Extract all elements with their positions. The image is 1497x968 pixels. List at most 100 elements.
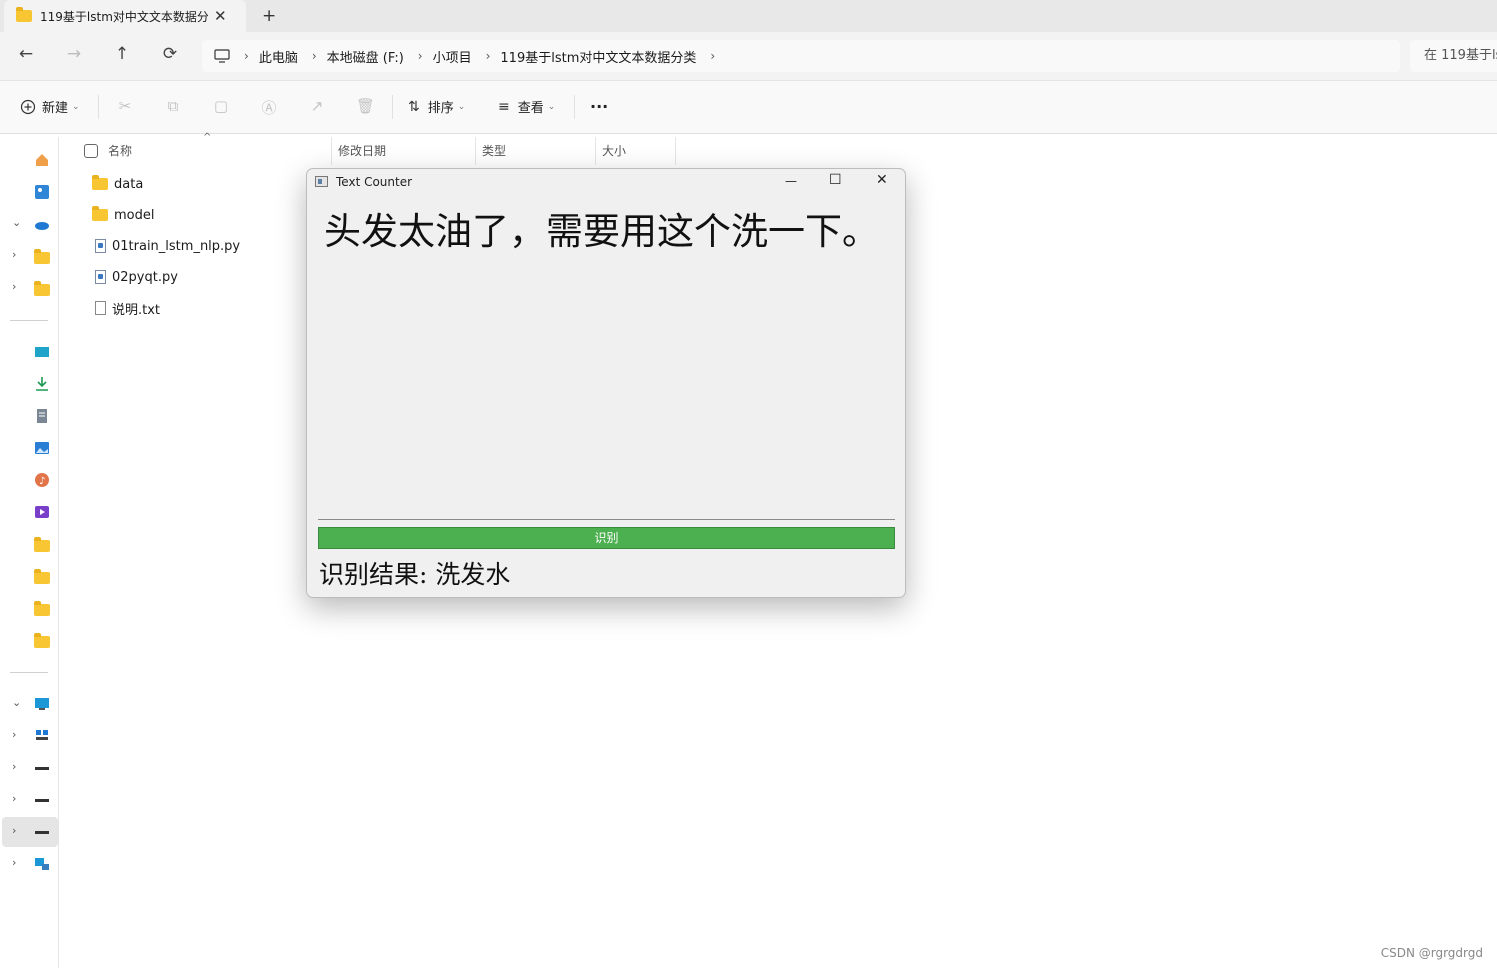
column-header-name[interactable]: 名称	[108, 137, 132, 165]
folder-icon[interactable]	[34, 537, 50, 552]
folder-icon	[92, 206, 108, 221]
window-title-bar[interactable]: Text Counter — ☐ ✕	[307, 169, 905, 197]
column-header-size[interactable]: 大小	[602, 137, 626, 165]
select-all-checkbox[interactable]	[84, 144, 98, 158]
chevron-right-icon[interactable]: ›	[12, 856, 16, 869]
result-label: 识别结果: 洗发水	[319, 560, 511, 589]
sort-button[interactable]: ⇅ 排序 ⌄	[408, 97, 466, 117]
chevron-right-icon[interactable]: ›	[12, 792, 16, 805]
command-bar: 新建 ⌄ ✂ ⧉ ▢ Ⓐ ↗ 🗑 ⇅ 排序 ⌄ ≡ 查看 ⌄ ···	[0, 81, 1497, 134]
list-item[interactable]: 01train_lstm_nlp.py	[95, 235, 240, 257]
tab-close-icon[interactable]: ✕	[214, 7, 227, 25]
text-file-icon	[95, 301, 106, 315]
recognize-button[interactable]: 识别	[318, 527, 895, 549]
column-divider[interactable]	[595, 137, 596, 165]
file-name: 02pyqt.py	[112, 269, 178, 285]
chevron-down-icon: ⌄	[457, 101, 466, 112]
breadcrumb-chevron-icon[interactable]: ›	[710, 49, 715, 63]
windows-drive-icon[interactable]	[34, 728, 50, 744]
column-header-type[interactable]: 类型	[482, 137, 506, 165]
chevron-right-icon[interactable]: ›	[12, 248, 16, 261]
new-tab-button[interactable]: +	[262, 6, 276, 26]
divider	[574, 95, 575, 119]
sort-icon: ⇅	[408, 98, 420, 115]
file-name: model	[114, 207, 155, 223]
gallery-icon[interactable]	[34, 184, 50, 200]
up-button[interactable]: ↑	[110, 44, 134, 64]
videos-icon[interactable]	[34, 504, 50, 520]
share-icon[interactable]: ↗	[308, 97, 326, 115]
divider	[392, 95, 393, 119]
text-counter-window: Text Counter — ☐ ✕ 头发太油了，需要用这个洗一下。 识别 识别…	[306, 168, 906, 598]
python-file-icon	[95, 270, 106, 284]
breadcrumb-current-folder[interactable]: 119基于lstm对中文文本数据分类	[500, 47, 696, 66]
divider	[98, 95, 99, 119]
text-input-area[interactable]: 头发太油了，需要用这个洗一下。	[318, 207, 895, 520]
paste-icon[interactable]: ▢	[212, 97, 230, 115]
folder-icon[interactable]	[34, 569, 50, 584]
list-item[interactable]: data	[92, 173, 143, 195]
documents-icon[interactable]	[34, 408, 50, 424]
python-file-icon	[95, 239, 106, 253]
desktop-icon[interactable]	[34, 344, 50, 360]
drive-icon[interactable]	[34, 792, 50, 808]
drive-icon[interactable]	[34, 760, 50, 776]
breadcrumb-this-pc[interactable]: 此电脑	[259, 47, 298, 66]
column-header-modified[interactable]: 修改日期	[338, 137, 386, 165]
copy-icon[interactable]: ⧉	[164, 97, 182, 115]
home-icon[interactable]	[34, 152, 50, 168]
downloads-icon[interactable]	[34, 376, 50, 392]
folder-icon[interactable]	[34, 249, 50, 264]
folder-icon[interactable]	[34, 281, 50, 296]
onedrive-cloud-icon[interactable]	[34, 216, 50, 232]
list-item[interactable]: 说明.txt	[95, 297, 160, 319]
minimize-button[interactable]: —	[785, 174, 797, 188]
column-divider[interactable]	[331, 137, 332, 165]
chevron-down-icon[interactable]: ⌄	[12, 216, 21, 229]
breadcrumb-chevron-icon: ›	[485, 49, 491, 63]
view-list-icon: ≡	[498, 98, 510, 115]
column-divider[interactable]	[675, 137, 676, 165]
breadcrumb-local-disk[interactable]: 本地磁盘 (F:)	[327, 47, 404, 66]
sort-label: 排序	[427, 101, 454, 116]
breadcrumb-small-projects[interactable]: 小项目	[433, 47, 472, 66]
sort-ascending-icon: ^	[203, 132, 212, 143]
cut-icon[interactable]: ✂	[116, 97, 134, 115]
this-pc-icon[interactable]	[34, 696, 50, 712]
watermark: CSDN @rgrgdrgd	[1380, 946, 1483, 960]
chevron-right-icon[interactable]: ›	[12, 280, 16, 293]
file-name: 说明.txt	[112, 302, 161, 318]
pictures-icon[interactable]	[34, 440, 50, 456]
delete-icon[interactable]: 🗑	[356, 97, 375, 115]
chevron-down-icon: ⌄	[547, 101, 556, 112]
address-bar[interactable]: › 此电脑 › 本地磁盘 (F:) › 小项目 › 119基于lstm对中文文本…	[202, 40, 1400, 72]
chevron-right-icon[interactable]: ›	[12, 760, 16, 773]
maximize-button[interactable]: ☐	[829, 172, 842, 188]
network-icon[interactable]	[34, 856, 50, 872]
folder-icon[interactable]	[34, 601, 50, 616]
rename-icon[interactable]: Ⓐ	[260, 97, 278, 117]
navigation-bar: ← → ↑ ⟳ › 此电脑 › 本地磁盘 (F:) › 小项目 › 119基于l…	[0, 32, 1497, 81]
new-button[interactable]: 新建 ⌄	[20, 97, 80, 116]
music-icon[interactable]: ♪	[34, 472, 50, 488]
app-icon	[315, 176, 328, 187]
chevron-right-icon[interactable]: ›	[12, 728, 16, 741]
column-divider[interactable]	[475, 137, 476, 165]
list-item[interactable]: 02pyqt.py	[95, 266, 178, 288]
chevron-right-icon[interactable]: ›	[12, 824, 16, 837]
chevron-down-icon[interactable]: ⌄	[12, 696, 21, 709]
drive-icon[interactable]	[34, 824, 50, 840]
back-button[interactable]: ←	[14, 44, 38, 64]
navigation-pane: ⌄ › › ♪ ⌄ › › › › ›	[0, 137, 59, 968]
plus-circle-icon	[20, 99, 36, 114]
refresh-button[interactable]: ⟳	[158, 44, 182, 64]
close-button[interactable]: ✕	[876, 172, 888, 188]
more-options-button[interactable]: ···	[590, 97, 608, 116]
folder-icon[interactable]	[34, 633, 50, 648]
view-button[interactable]: ≡ 查看 ⌄	[498, 97, 556, 117]
list-item[interactable]: model	[92, 204, 154, 226]
search-input[interactable]: 在 119基于lstm对中文文本数据分类 中搜索	[1410, 40, 1497, 72]
tab-bar: 119基于lstm对中文文本数据分类 ✕ +	[0, 0, 1497, 32]
forward-button[interactable]: →	[62, 44, 86, 64]
tab-current-folder[interactable]: 119基于lstm对中文文本数据分类 ✕	[4, 0, 246, 32]
